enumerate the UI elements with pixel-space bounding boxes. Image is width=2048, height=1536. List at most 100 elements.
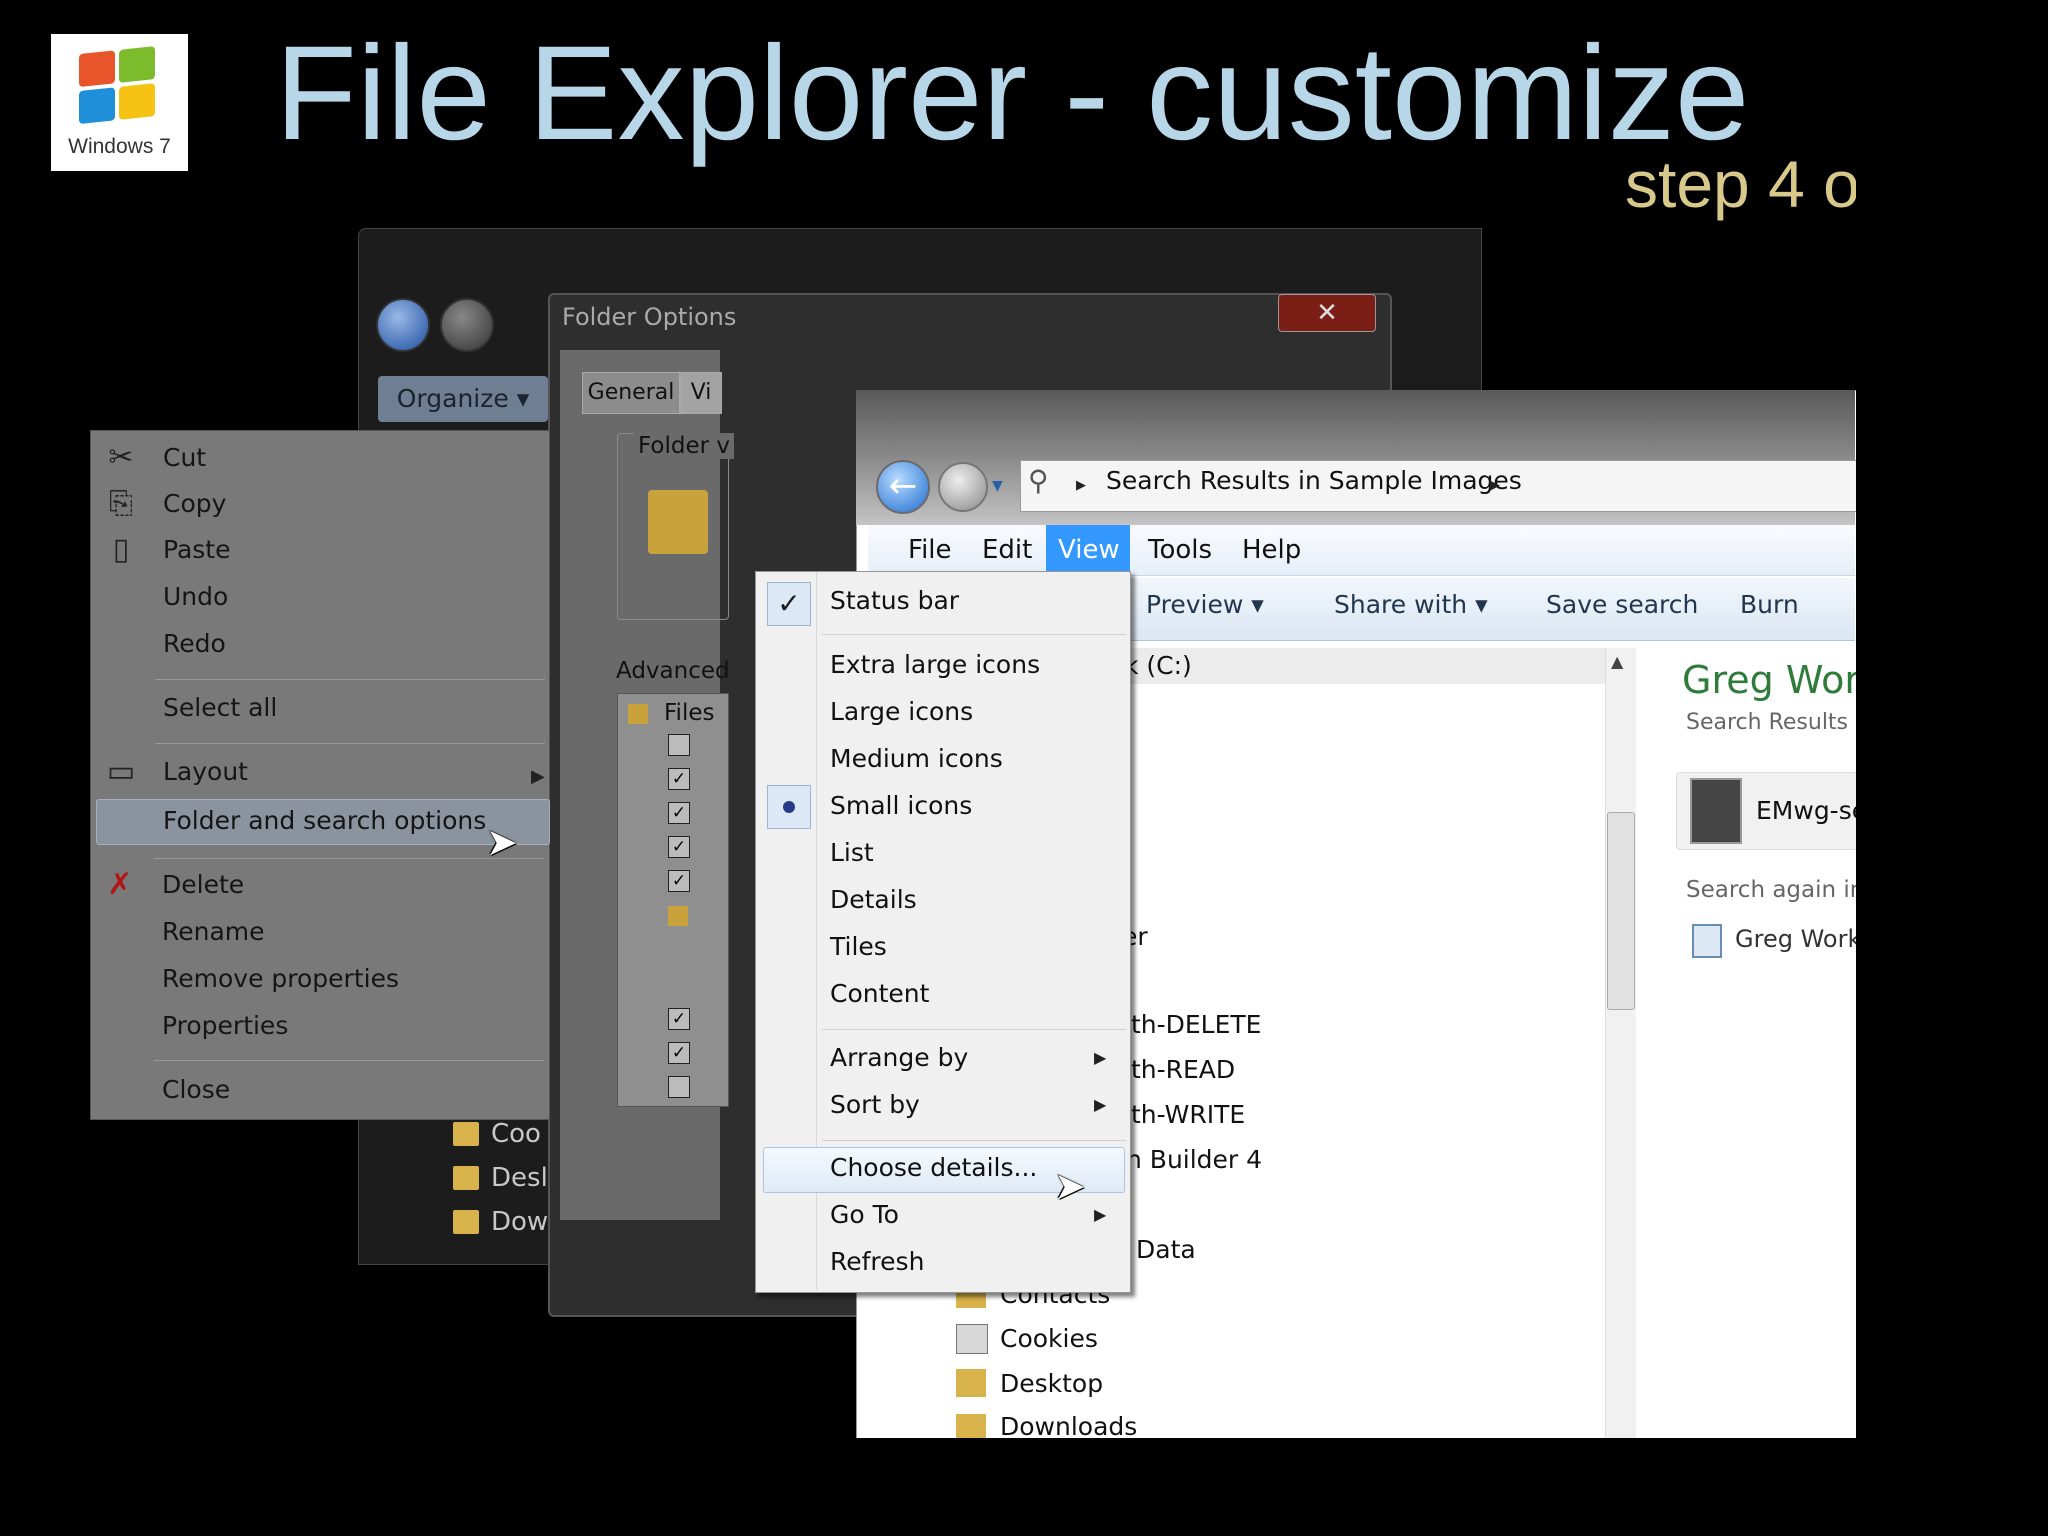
menu-item-tiles[interactable]: Tiles	[830, 932, 887, 961]
nav-item-desktop[interactable]: Desktop	[1000, 1369, 1103, 1398]
mouse-cursor-icon: ➤	[486, 820, 518, 864]
checkbox[interactable]: ✓	[668, 1042, 690, 1064]
menu-item-folder-search-options[interactable]: Folder and search options	[163, 806, 486, 835]
menu-item-layout[interactable]: Layout	[163, 757, 248, 786]
back-arrow-icon[interactable]: ←	[876, 460, 930, 514]
close-button[interactable]: ✕	[1278, 294, 1376, 332]
nav-item-fragment[interactable]: ith-DELETE	[1124, 1010, 1261, 1039]
scrollbar-thumb[interactable]	[1607, 812, 1635, 1010]
tree-item[interactable]: Dow	[453, 1200, 548, 1244]
search-again-link[interactable]: Greg Work	[1735, 925, 1861, 953]
address-text: Search Results in Sample Images	[1106, 466, 1522, 495]
folder-icon	[668, 906, 688, 926]
menu-separator	[822, 634, 1126, 635]
checkbox[interactable]	[668, 1076, 690, 1098]
menu-item-go-to[interactable]: Go To	[830, 1200, 899, 1229]
nav-item-fragment[interactable]: Data	[1136, 1235, 1196, 1264]
nav-item-cookies[interactable]: Cookies	[1000, 1324, 1098, 1353]
save-search-button[interactable]: Save search	[1546, 590, 1698, 619]
burn-button[interactable]: Burn	[1740, 590, 1799, 619]
menu-edit[interactable]: Edit	[970, 525, 1044, 575]
nav-scrollbar[interactable]	[1605, 648, 1636, 1438]
organize-button[interactable]: Organize ▾	[378, 376, 548, 422]
results-pane	[1640, 642, 1855, 1438]
nav-item-fragment[interactable]: ith-WRITE	[1124, 1100, 1245, 1129]
folder-icon	[453, 1166, 479, 1190]
menu-item-undo[interactable]: Undo	[163, 582, 228, 611]
menu-help[interactable]: Help	[1230, 525, 1313, 575]
menu-item-refresh[interactable]: Refresh	[830, 1247, 924, 1276]
menu-tools[interactable]: Tools	[1136, 525, 1224, 575]
logo-text: Windows 7	[68, 135, 171, 158]
tree-item[interactable]: Desl	[453, 1156, 548, 1200]
menu-file[interactable]: File	[896, 525, 964, 575]
menu-item-arrange-by[interactable]: Arrange by	[830, 1043, 968, 1072]
forward-arrow-icon[interactable]	[938, 462, 988, 512]
menu-item-cut[interactable]: Cut	[163, 443, 206, 472]
checkbox[interactable]: ✓	[668, 802, 690, 824]
checkbox[interactable]	[668, 734, 690, 756]
menu-item-small-icons[interactable]: Small icons	[830, 791, 972, 820]
results-heading: Greg Wor	[1682, 658, 1861, 702]
slide-title: File Explorer - customize	[275, 19, 1750, 168]
breadcrumb-arrow-icon[interactable]: ▶	[1490, 478, 1500, 493]
mouse-cursor-icon: ➤	[1054, 1164, 1086, 1208]
checkbox[interactable]: ✓	[668, 870, 690, 892]
radio-selected-icon	[767, 785, 811, 829]
shortcut-icon	[956, 1324, 988, 1354]
checkbox[interactable]: ✓	[668, 768, 690, 790]
nav-drive-item[interactable]: k (C:)	[1116, 648, 1614, 684]
menu-item-details[interactable]: Details	[830, 885, 917, 914]
folder-options-title: Folder Options	[562, 303, 737, 331]
share-with-button[interactable]: Share with ▾	[1334, 590, 1488, 619]
submenu-arrow-icon: ▶	[1094, 1048, 1107, 1067]
menu-separator	[155, 743, 545, 744]
folder-icon	[628, 704, 648, 724]
nav-item-downloads[interactable]: Downloads	[1000, 1412, 1137, 1441]
context-menu: ✂ Cut ⎘ Copy ▯ Paste Undo Redo Select al…	[90, 430, 550, 1120]
checkbox[interactable]: ✓	[668, 1008, 690, 1030]
advanced-settings-list[interactable]: Files ✓ ✓ ✓ ✓ ✓ ✓	[617, 693, 729, 1107]
nav-item-fragment[interactable]: n Builder 4	[1126, 1145, 1262, 1174]
recent-pages-chevron-icon[interactable]: ▼	[992, 478, 1003, 494]
preview-button[interactable]: Preview ▾	[1146, 590, 1264, 619]
menu-view[interactable]: View	[1046, 525, 1130, 575]
organize-label: Organize	[396, 384, 509, 413]
menu-item-select-all[interactable]: Select all	[163, 693, 277, 722]
scissors-icon: ✂	[108, 440, 134, 475]
menu-item-list[interactable]: List	[830, 838, 874, 867]
menu-item-status-bar[interactable]: Status bar	[830, 586, 959, 615]
windows7-logo: Windows 7	[51, 34, 188, 171]
folder-views-label: Folder v	[634, 433, 734, 459]
tab-general[interactable]: General	[582, 372, 680, 414]
menu-item-redo[interactable]: Redo	[163, 629, 226, 658]
menu-item-extra-large-icons[interactable]: Extra large icons	[830, 650, 1040, 679]
menu-item-large-icons[interactable]: Large icons	[830, 697, 973, 726]
folder-icon	[453, 1122, 479, 1146]
menu-item-sort-by[interactable]: Sort by	[830, 1090, 920, 1119]
checkmark-icon: ✓	[767, 582, 811, 626]
menu-separator	[822, 1140, 1126, 1141]
menu-separator	[822, 1029, 1126, 1030]
breadcrumb-arrow-icon[interactable]: ▶	[1076, 478, 1086, 493]
folder-icon	[453, 1210, 479, 1234]
menu-item-copy[interactable]: Copy	[163, 489, 226, 518]
menu-item-medium-icons[interactable]: Medium icons	[830, 744, 1003, 773]
menu-item-paste[interactable]: Paste	[163, 535, 230, 564]
copy-icon: ⎘	[109, 486, 133, 521]
tree-item-label: Desl	[491, 1163, 548, 1193]
layout-icon: ▭	[106, 754, 136, 789]
result-item-label: EMwg-se	[1756, 796, 1868, 825]
tab-view[interactable]: Vi	[680, 372, 722, 414]
menu-item-content[interactable]: Content	[830, 979, 929, 1008]
back-button-icon[interactable]	[376, 298, 430, 352]
menu-item-choose-details[interactable]: Choose details...	[830, 1153, 1037, 1182]
advanced-settings-label: Advanced	[616, 658, 730, 684]
crop-mask-right	[1856, 0, 2048, 1536]
nav-item-fragment[interactable]: ith-READ	[1124, 1055, 1235, 1084]
background-nav-buttons	[376, 298, 504, 356]
forward-button-icon[interactable]	[440, 298, 494, 352]
crop-mask-bottom	[0, 1438, 2048, 1536]
checkbox[interactable]: ✓	[668, 836, 690, 858]
scroll-up-icon[interactable]: ▲	[1611, 652, 1623, 671]
